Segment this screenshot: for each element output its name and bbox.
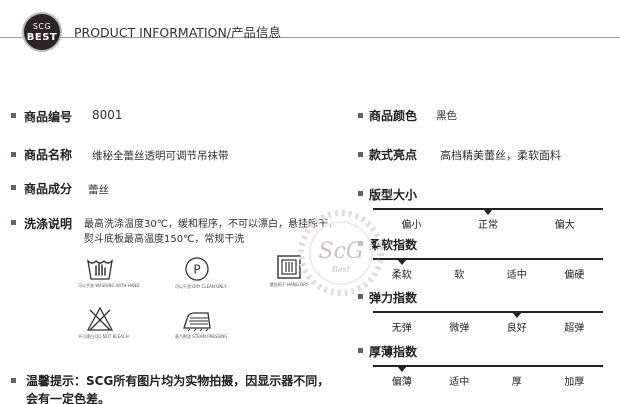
hand-wash-icon <box>87 259 113 280</box>
brand-watermark: ScG Best <box>298 210 384 296</box>
bullet-code <box>11 113 16 118</box>
scale-track <box>373 258 603 260</box>
watermark-line1: ScG <box>319 239 364 264</box>
care-caption: 可以干洗 DRY CLEAN ONLY <box>175 284 227 289</box>
scale-option: 适中 <box>506 270 527 281</box>
scale-option: 软 <box>454 270 465 281</box>
bullet-color <box>358 113 363 118</box>
scale-track <box>373 311 603 313</box>
code-value: 8001 <box>92 108 123 122</box>
highlight-value: 高档精美蕾丝，柔软面料 <box>440 149 561 162</box>
name-label: 商品名称 <box>24 148 73 162</box>
wash-label: 洗涤说明 <box>24 217 73 231</box>
care-caption: 不可漂白 DO NOT BLEACH <box>78 334 129 339</box>
scale-option: 良好 <box>506 323 527 334</box>
scale-track <box>373 365 603 367</box>
name-value: 维秘全蕾丝透明可调节吊袜带 <box>92 150 229 162</box>
care-caption: 蒸汽熨烫 STEAM PRESSING <box>175 334 228 339</box>
bullet-material <box>11 185 16 190</box>
notice-text: 温馨提示：SCG所有图片均为实物拍摄，因显示器不同，会有一定色差。 <box>26 374 330 404</box>
scale-option: 正常 <box>478 220 498 231</box>
scale-option: 厚 <box>511 377 522 388</box>
scale-option: 适中 <box>449 377 470 388</box>
bullet-scale <box>358 191 363 196</box>
scale-selected-marker <box>483 209 493 215</box>
scale-option: 柔软 <box>391 270 412 281</box>
care-caption: 可以手洗 WASHING WITH HAND <box>78 283 140 288</box>
logo-line1: SCG <box>32 22 52 31</box>
svg-text:P: P <box>193 263 200 277</box>
scale-selected-marker <box>396 259 407 265</box>
scale-option: 微弹 <box>449 323 470 334</box>
bullet-notice <box>11 378 16 383</box>
scale-selected-marker <box>511 312 522 318</box>
material-label: 商品成分 <box>24 182 73 196</box>
page-title: PRODUCT INFORMATION/产品信息 <box>74 25 282 40</box>
material-value: 蕾丝 <box>88 184 109 196</box>
scale-option: 偏大 <box>554 220 575 231</box>
scale-title: 厚薄指数 <box>369 345 418 359</box>
code-label: 商品编号 <box>24 110 73 124</box>
scale-selected-marker <box>396 366 407 372</box>
steam-iron-icon <box>183 312 211 332</box>
scale-option: 超弹 <box>564 323 585 334</box>
color-value: 黑色 <box>436 110 457 122</box>
watermark-line2: Best <box>331 265 351 274</box>
no-bleach-icon <box>86 306 114 331</box>
bullet-scale <box>358 348 363 353</box>
scale-option: 加厚 <box>564 377 585 388</box>
dry-clean-icon: P <box>185 257 209 281</box>
color-label: 商品颜色 <box>369 109 418 123</box>
bullet-highlight <box>358 152 363 157</box>
scale-option: 偏薄 <box>391 377 412 388</box>
highlight-label: 款式亮点 <box>369 148 418 162</box>
scale-title: 版型大小 <box>369 188 418 202</box>
scale-option: 偏小 <box>401 220 422 231</box>
scale-option: 偏硬 <box>564 270 585 281</box>
scale-option: 无弹 <box>391 323 412 334</box>
brand-logo: SCG BEST <box>22 12 62 52</box>
bullet-wash <box>11 220 16 225</box>
logo-line2: BEST <box>26 32 58 43</box>
bullet-name <box>11 152 16 157</box>
